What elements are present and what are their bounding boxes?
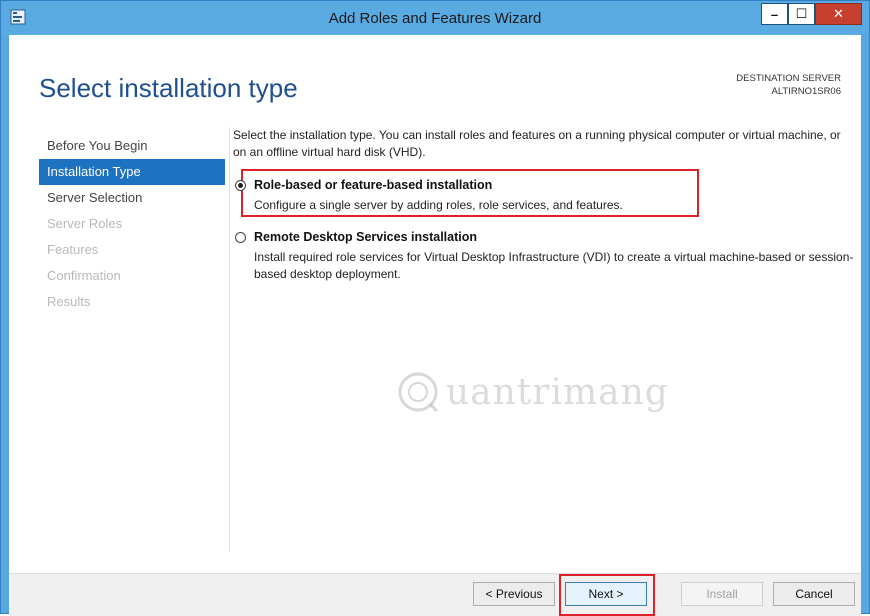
destination-server-label: DESTINATION SERVER — [736, 73, 841, 84]
nav-item-server-roles: Server Roles — [47, 216, 123, 231]
option-role-based-description: Configure a single server by adding role… — [254, 198, 623, 212]
page-title: Select installation type — [39, 73, 298, 103]
wizard-steps-nav: Before You Begin Installation Type Serve… — [39, 133, 225, 315]
nav-item-before-you-begin[interactable]: Before You Begin — [39, 133, 225, 159]
highlight-box-next — [559, 574, 655, 616]
close-button[interactable]: ✕ — [815, 3, 862, 25]
minimize-icon: – — [770, 6, 779, 22]
nav-item-features: Features — [47, 242, 99, 257]
previous-button[interactable]: < Previous — [473, 582, 555, 606]
watermark-text: uantrimang — [446, 372, 669, 413]
wizard-footer: < Previous Next > Install Cancel — [9, 573, 861, 616]
wizard-body: Select installation type DESTINATION SER… — [9, 35, 861, 616]
destination-server-value: ALTIRNO1SR06 — [771, 86, 841, 97]
nav-item-server-selection[interactable]: Server Selection — [39, 185, 225, 211]
option-remote-desktop-title: Remote Desktop Services installation — [254, 230, 477, 244]
title-bar[interactable]: Add Roles and Features Wizard – ☐ ✕ — [1, 1, 869, 35]
cancel-button[interactable]: Cancel — [773, 582, 855, 606]
nav-item-results: Results — [47, 294, 91, 309]
minimize-button[interactable]: – — [761, 3, 788, 25]
watermark: uantrimang — [396, 368, 668, 424]
radio-role-based[interactable] — [235, 180, 246, 191]
watermark-logo-icon — [398, 372, 439, 413]
destination-server: DESTINATION SERVER ALTIRNO1SR06 — [736, 72, 841, 98]
wizard-window: Add Roles and Features Wizard – ☐ ✕ Sele… — [0, 0, 870, 616]
maximize-button[interactable]: ☐ — [788, 3, 815, 25]
option-role-based-title: Role-based or feature-based installation — [254, 178, 493, 192]
nav-item-installation-type[interactable]: Installation Type — [39, 159, 225, 185]
install-button: Install — [681, 582, 763, 606]
option-remote-desktop-description: Install required role services for Virtu… — [254, 250, 854, 281]
maximize-icon: ☐ — [795, 6, 808, 21]
nav-item-confirmation: Confirmation — [47, 268, 121, 283]
close-icon: ✕ — [833, 6, 844, 21]
installation-type-panel: Select the installation type. You can in… — [233, 127, 853, 281]
intro-text: Select the installation type. You can in… — [233, 128, 841, 159]
nav-divider — [229, 127, 230, 551]
window-title: Add Roles and Features Wizard — [328, 10, 542, 27]
radio-remote-desktop[interactable] — [235, 232, 246, 243]
